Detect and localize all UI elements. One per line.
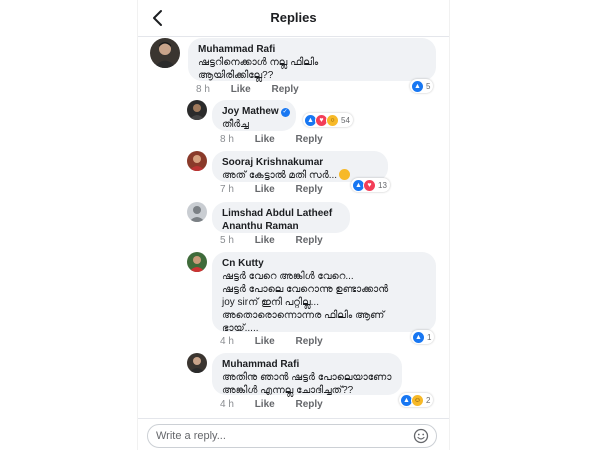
emoji-picker-icon[interactable] — [413, 428, 429, 444]
comment-bubble[interactable]: Muhammad Rafi ഷട്ടറിനെക്കാൾ നല്ല ഫിലിം ആ… — [188, 38, 436, 81]
like-reaction-icon: ▲ — [412, 330, 425, 344]
reaction-summary[interactable]: ▲ 5 — [410, 79, 434, 93]
comment-text: ഷട്ടറിനെക്കാൾ നല്ല ഫിലിം — [198, 57, 319, 68]
reaction-summary[interactable]: ▲ ♥ 13 — [351, 178, 390, 192]
reply-text: ഷട്ടർ പോലെ വേറൊന്നു ഉണ്ടാക്കാൻ — [222, 284, 389, 295]
reply-meta: 4 h Like Reply — [220, 399, 341, 410]
reply-author[interactable]: Sooraj Krishnakumar — [222, 156, 378, 169]
reply-composer — [138, 418, 449, 450]
reply-button[interactable]: Reply — [271, 84, 298, 95]
reply-author[interactable]: Joy Mathew ✓ — [222, 105, 290, 118]
reply-text: തീർച്ച — [222, 119, 249, 130]
reaction-count: 13 — [378, 180, 387, 190]
like-button[interactable]: Like — [255, 134, 275, 145]
reply-author[interactable]: Limshad Abdul Latheef — [222, 207, 340, 220]
like-button[interactable]: Like — [231, 84, 251, 95]
verified-badge-icon: ✓ — [280, 108, 290, 117]
reply-button[interactable]: Reply — [295, 336, 322, 347]
comment-author[interactable]: Muhammad Rafi — [198, 43, 426, 56]
reply-button[interactable]: Reply — [295, 134, 322, 145]
reply-meta: 8 h Like Reply — [220, 134, 341, 145]
reply-author[interactable]: Cn Kutty — [222, 257, 426, 270]
haha-reaction-icon: ☺ — [411, 393, 424, 407]
reaction-summary[interactable]: ▲ ☺ 2 — [399, 393, 434, 407]
reply-text: ഭായ്..... — [222, 323, 259, 334]
reply-time: 8 h — [220, 134, 234, 145]
reply-time: 5 h — [220, 235, 234, 246]
reply-button[interactable]: Reply — [295, 184, 322, 195]
reply-input[interactable] — [147, 424, 437, 448]
avatar[interactable] — [187, 252, 207, 272]
avatar[interactable] — [187, 353, 207, 373]
reply-button[interactable]: Reply — [295, 235, 322, 246]
reply-time: 4 h — [220, 336, 234, 347]
reply-bubble[interactable]: Joy Mathew ✓ തീർച്ച — [212, 100, 296, 131]
like-button[interactable]: Like — [255, 399, 275, 410]
reaction-count: 1 — [427, 332, 432, 342]
reply-text: അങ്കിൾ എന്നല്ല ചോദിച്ചത്?? — [222, 385, 354, 396]
reply-text: ഷട്ടർ വേറെ അങ്കിൾ വേറെ... — [222, 271, 354, 282]
reply-bubble[interactable]: Cn Kutty ഷട്ടർ വേറെ അങ്കിൾ വേറെ... ഷട്ടർ… — [212, 252, 436, 334]
reaction-count: 5 — [426, 81, 431, 91]
mention-link[interactable]: Ananthu Raman — [222, 220, 340, 233]
reply-text: അതിനു ഞാൻ ഷട്ടർ പോലെയാണോ — [222, 372, 392, 383]
page-title: Replies — [270, 10, 317, 25]
reply-bubble[interactable]: Muhammad Rafi അതിനു ഞാൻ ഷട്ടർ പോലെയാണോ അ… — [212, 353, 402, 396]
avatar[interactable] — [187, 202, 207, 222]
smiling-emoji-icon — [339, 169, 351, 180]
header-bar: Replies — [138, 0, 449, 37]
avatar[interactable] — [187, 100, 207, 120]
love-reaction-icon: ♥ — [363, 178, 376, 192]
avatar[interactable] — [150, 38, 180, 68]
reply-text-content: അത് കേട്ടാൽ മതി സർ... — [222, 170, 338, 181]
reply-text: joy sirന് ഇനി പറ്റില്ല... — [222, 297, 319, 308]
reply-button[interactable]: Reply — [295, 399, 322, 410]
reaction-count: 54 — [341, 115, 350, 125]
reply-author[interactable]: Muhammad Rafi — [222, 358, 392, 371]
wow-reaction-icon: ○ — [326, 113, 339, 127]
like-button[interactable]: Like — [255, 235, 275, 246]
reaction-summary[interactable]: ▲ ♥ ○ 54 — [303, 113, 353, 127]
reply-meta: 7 h Like Reply — [220, 184, 341, 195]
replies-screen: Replies Muhammad Rafi ഷട്ടറിനെക്കാൾ നല്ല… — [137, 0, 450, 450]
reply-time: 4 h — [220, 399, 234, 410]
like-button[interactable]: Like — [255, 336, 275, 347]
like-reaction-icon: ▲ — [411, 79, 424, 93]
reply-author-name[interactable]: Joy Mathew — [222, 106, 279, 117]
reply-meta: 5 h Like Reply — [220, 235, 341, 246]
reaction-summary[interactable]: ▲ 1 — [411, 330, 435, 344]
reaction-count: 2 — [426, 395, 431, 405]
like-button[interactable]: Like — [255, 184, 275, 195]
reply-time: 7 h — [220, 184, 234, 195]
reply-meta: 4 h Like Reply — [220, 336, 341, 347]
comment-text: ആയിരിക്കില്ലേ?? — [198, 70, 274, 81]
comment-meta: 8 h Like Reply — [196, 84, 317, 95]
reply-bubble[interactable]: Limshad Abdul Latheef Ananthu Raman — [212, 202, 350, 233]
avatar[interactable] — [187, 151, 207, 171]
reply-text: അതൊരൊന്നൊന്നര ഫിലിം ആണ് — [222, 310, 385, 321]
comment-time: 8 h — [196, 84, 210, 95]
